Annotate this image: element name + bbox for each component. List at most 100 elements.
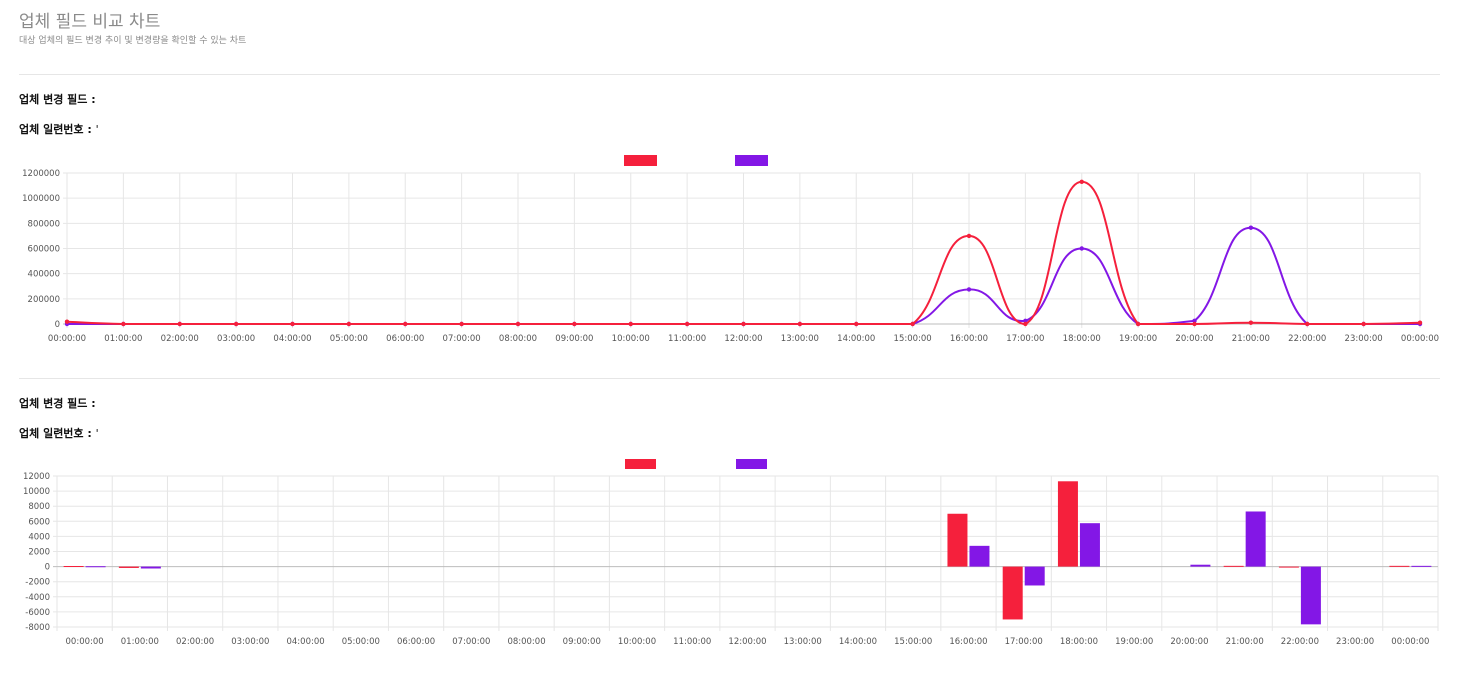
page-header: 업체 필드 비교 차트 대상 업체의 필드 변경 추이 및 변경량을 확인할 수… (19, 12, 246, 47)
x-tick-label: 18:00:00 (1060, 637, 1098, 647)
x-tick-label: 04:00:00 (286, 637, 324, 647)
bar-chart: -8000 -6000 -4000 -2000 0 2000 4000 6000 8000 100… (23, 459, 1439, 647)
panel-2-field-label: 업체 변경 필드 : (19, 397, 96, 410)
x-tick-label: 23:00:00 (1345, 334, 1383, 344)
x-tick-label: 02:00:00 (161, 334, 199, 344)
data-point (121, 321, 126, 327)
divider (19, 378, 1440, 379)
data-point (1305, 321, 1310, 327)
data-point (346, 321, 352, 327)
x-tick-label: 07:00:00 (443, 334, 481, 344)
x-tick-label: 01:00:00 (121, 637, 159, 647)
x-tick-label: 19:00:00 (1119, 334, 1157, 344)
y-tick-label: 0 (55, 320, 60, 330)
y-tick-label: 1000000 (22, 194, 60, 204)
x-tick-label: 16:00:00 (949, 637, 987, 647)
x-tick-label: 21:00:00 (1226, 637, 1264, 647)
legend-swatch (625, 459, 656, 469)
x-tick-label: 14:00:00 (837, 334, 875, 344)
y-tick-label: 2000 (28, 548, 50, 558)
page-subtitle: 대상 업체의 필드 변경 추이 및 변경량을 확인할 수 있는 차트 (19, 36, 247, 46)
x-tick-label: 08:00:00 (499, 334, 537, 344)
data-point (1135, 321, 1141, 327)
y-tick-label: -2000 (25, 578, 50, 588)
x-tick-label: 20:00:00 (1175, 334, 1213, 344)
legend-swatch (735, 155, 768, 166)
x-tick-label: 15:00:00 (894, 334, 932, 344)
y-tick-label: 12000 (23, 472, 50, 482)
x-tick-label: 06:00:00 (397, 637, 435, 647)
x-tick-label: 23:00:00 (1336, 637, 1374, 647)
panel-1-serial-value: ' (95, 123, 99, 136)
panel-2-serial-label: 업체 일련번호 : (19, 427, 92, 440)
bar (1411, 565, 1432, 567)
x-tick-label: 10:00:00 (618, 637, 656, 647)
x-tick-label: 22:00:00 (1288, 334, 1326, 344)
bar (1300, 566, 1321, 625)
bar (118, 566, 139, 568)
x-tick-label: 11:00:00 (673, 637, 711, 647)
y-tick-label: 10000 (23, 487, 50, 497)
line-chart: 0 200000 400000 600000 800000 1000000 1200000 0… (22, 155, 1439, 344)
data-point (684, 321, 690, 327)
x-tick-label: 21:00:00 (1232, 334, 1270, 344)
data-point (966, 233, 972, 239)
bar (1278, 566, 1299, 568)
panel-2-field-line: 업체 변경 필드 : (19, 395, 96, 411)
bar (63, 565, 84, 567)
x-tick-label: 04:00:00 (273, 334, 311, 344)
x-tick-label: 10:00:00 (612, 334, 650, 344)
y-tick-label: -4000 (25, 593, 50, 603)
x-tick-label: 07:00:00 (452, 637, 490, 647)
page-title: 업체 필드 비교 차트 (19, 12, 161, 32)
y-tick-label: 400000 (28, 270, 60, 280)
x-tick-label: 11:00:00 (668, 334, 706, 344)
x-tick-label: 03:00:00 (231, 637, 269, 647)
panel-2-serial-line: 업체 일련번호 : ' (19, 425, 99, 441)
bar (1223, 565, 1244, 567)
panel-1-field-label: 업체 변경 필드 : (19, 93, 96, 106)
data-point (797, 321, 803, 327)
y-tick-label: 0 (45, 563, 50, 573)
data-point (741, 321, 746, 327)
bar (1079, 523, 1100, 567)
x-tick-label: 13:00:00 (781, 334, 819, 344)
data-point (177, 321, 182, 327)
y-tick-label: 200000 (28, 295, 60, 305)
data-point (1417, 320, 1423, 325)
x-tick-label: 06:00:00 (386, 334, 424, 344)
data-point (854, 321, 859, 327)
x-tick-label: 16:00:00 (950, 334, 988, 344)
panel-1-field-line: 업체 변경 필드 : (19, 91, 96, 107)
x-tick-label: 00:00:00 (1401, 334, 1439, 344)
data-point (459, 321, 464, 327)
x-tick-label: 14:00:00 (839, 637, 877, 647)
bar (1389, 565, 1410, 567)
x-tick-label: 08:00:00 (507, 637, 545, 647)
x-tick-label: 12:00:00 (728, 637, 766, 647)
panel-1-serial-line: 업체 일련번호 : ' (19, 121, 99, 137)
data-point (515, 321, 521, 327)
x-tick-label: 05:00:00 (342, 637, 380, 647)
bar (947, 513, 968, 567)
y-tick-label: 8000 (28, 502, 50, 512)
data-point (1079, 246, 1084, 251)
data-point (966, 287, 972, 292)
data-point (1079, 179, 1084, 185)
x-tick-label: 13:00:00 (784, 637, 822, 647)
data-point (1248, 320, 1254, 325)
x-tick-label: 00:00:00 (48, 334, 86, 344)
data-point (628, 321, 633, 327)
y-tick-label: 4000 (28, 532, 50, 542)
x-tick-label: 00:00:00 (66, 637, 104, 647)
data-point (290, 321, 295, 327)
data-point (1361, 321, 1366, 327)
x-tick-label: 17:00:00 (1005, 637, 1043, 647)
legend-swatch (736, 459, 767, 469)
panel-1-serial-label: 업체 일련번호 : (19, 123, 92, 136)
data-point (572, 321, 577, 327)
bar (85, 566, 106, 568)
y-tick-label: 6000 (28, 517, 50, 527)
y-tick-label: 1200000 (22, 169, 60, 179)
y-tick-label: 600000 (28, 245, 60, 255)
